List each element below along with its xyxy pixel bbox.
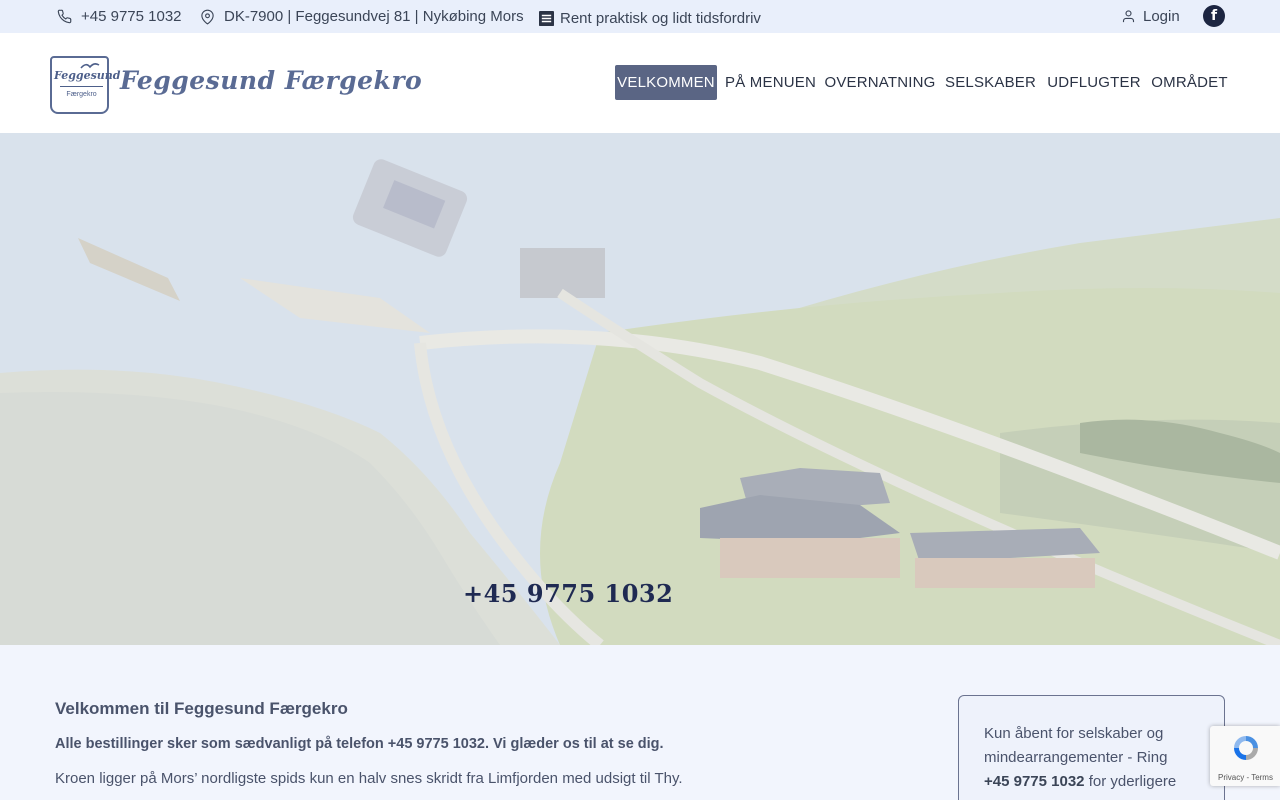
logo-wordmark: Feggesund Færgekro xyxy=(120,66,423,95)
logo-badge: Feggesund Færgekro xyxy=(50,56,121,114)
info-box-phone[interactable]: +45 9775 1032 xyxy=(984,773,1085,790)
site-header: Feggesund Færgekro Feggesund Færgekro VE… xyxy=(0,33,1280,133)
intro-paragraph: Kroen ligger på Mors’ nordligste spids k… xyxy=(55,770,683,787)
topbar-address-text: DK-7900 | Feggesundvej 81 | Nykøbing Mor… xyxy=(224,8,524,25)
document-icon xyxy=(539,11,554,26)
main-content: Velkommen til Feggesund Færgekro Alle be… xyxy=(0,645,1280,800)
nav-item-overnatning[interactable]: OVERNATNING xyxy=(824,65,935,100)
topbar-tagline-link[interactable]: Rent praktisk og lidt tidsfordriv xyxy=(539,2,761,35)
logo-badge-top-text: Feggesund xyxy=(54,69,121,82)
phone-icon xyxy=(57,9,72,24)
info-box-text: Kun åbent for selskaber og mindearrangem… xyxy=(984,725,1168,766)
user-icon xyxy=(1122,10,1135,23)
topbar-address[interactable]: DK-7900 | Feggesundvej 81 | Nykøbing Mor… xyxy=(200,0,524,33)
hero-phone-number: +45 9775 1032 xyxy=(463,579,674,608)
nav-item-omraadet[interactable]: OMRÅDET xyxy=(1151,65,1227,100)
top-bar: +45 9775 1032 DK-7900 | Feggesundvej 81 … xyxy=(0,0,1280,33)
map-pin-icon xyxy=(201,9,214,25)
facebook-icon[interactable]: f xyxy=(1203,5,1225,27)
page-title: Velkommen til Feggesund Færgekro xyxy=(55,699,348,718)
login-label: Login xyxy=(1143,8,1180,25)
topbar-phone-link[interactable]: +45 9775 1032 xyxy=(57,0,182,33)
topbar-tagline-text: Rent praktisk og lidt tidsfordriv xyxy=(560,10,761,27)
nav-item-menu[interactable]: PÅ MENUEN xyxy=(725,65,816,100)
site-logo[interactable]: Feggesund Færgekro Feggesund Færgekro xyxy=(50,56,422,116)
nav-item-selskaber[interactable]: SELSKABER xyxy=(945,65,1036,100)
topbar-phone-text: +45 9775 1032 xyxy=(81,8,182,25)
booking-notice: Alle bestillinger sker som sædvanligt på… xyxy=(55,736,664,752)
logo-badge-bottom-text: Færgekro xyxy=(66,91,97,98)
recaptcha-icon xyxy=(1234,736,1258,760)
recaptcha-terms[interactable]: Privacy - Terms xyxy=(1218,773,1273,782)
nav-item-velkommen[interactable]: VELKOMMEN xyxy=(615,65,717,100)
hero-aerial-illustration xyxy=(0,133,1280,645)
recaptcha-badge[interactable]: Privacy - Terms xyxy=(1210,726,1280,786)
nav-item-udflugter[interactable]: UDFLUGTER xyxy=(1047,65,1140,100)
info-box-text-after: for yderligere xyxy=(1088,773,1177,790)
login-link[interactable]: Login xyxy=(1121,0,1180,33)
info-box: Kun åbent for selskaber og mindearrangem… xyxy=(958,695,1225,800)
hero-image: +45 9775 1032 xyxy=(0,133,1280,645)
logo-divider xyxy=(60,86,103,87)
